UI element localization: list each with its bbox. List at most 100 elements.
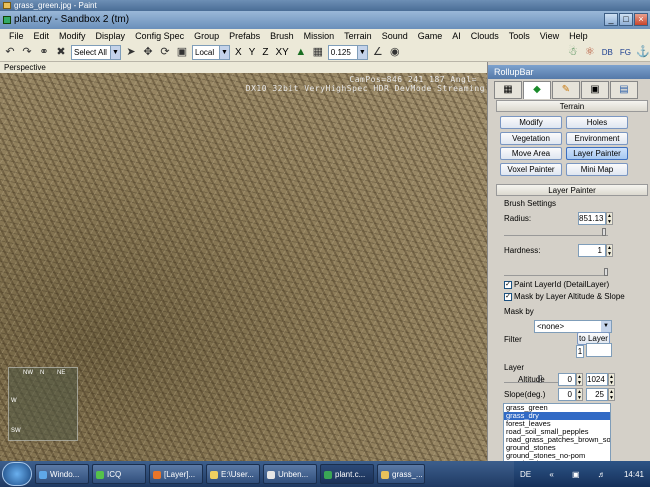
axis-xy-button[interactable]: XY [273,47,290,58]
volume-icon[interactable]: ♬ [598,470,606,479]
minimize-button[interactable]: _ [604,13,618,26]
axis-z-button[interactable]: Z [260,47,270,58]
main-toolbar: ↶ ↷ ⚭ ✖ Select All ▼ ➤ ✥ ⟳ ▣ Local ▼ X Y… [0,43,650,62]
menu-clouds[interactable]: Clouds [466,31,504,41]
person-icon[interactable]: ☃ [566,45,580,59]
radius-spinner[interactable]: ▲ ▼ [606,212,613,225]
layer-painter-button[interactable]: Layer Painter [566,147,628,160]
altitude-min-spinner[interactable]: ▲ ▼ [576,373,583,386]
hardness-slider-knob[interactable] [604,268,608,276]
menu-mission[interactable]: Mission [299,31,340,41]
filter-color-swatch[interactable] [586,343,612,357]
tab-modeling-icon[interactable]: ✎ [552,81,580,99]
menu-display[interactable]: Display [91,31,131,41]
move-icon[interactable]: ✥ [141,45,155,59]
start-button[interactable] [2,462,32,486]
radius-slider[interactable] [504,228,608,236]
tab-terrain-icon[interactable]: ◆ [523,81,551,99]
taskbar-item-explorer[interactable]: E:\User... [206,464,260,484]
camera-icon[interactable]: ◉ [388,45,402,59]
taskbar-item-plant[interactable]: plant.c... [320,464,374,484]
menu-file[interactable]: File [4,31,29,41]
undo-icon[interactable]: ↶ [3,45,17,59]
terrain-section-header[interactable]: Terrain [496,100,648,112]
minimap-label-nw: NW [23,370,33,376]
slope-max-spinner[interactable]: ▲ ▼ [608,388,615,401]
menu-modify[interactable]: Modify [54,31,91,41]
radius-slider-knob[interactable] [602,228,606,236]
menu-help[interactable]: Help [564,31,593,41]
modify-button[interactable]: Modify [500,116,562,129]
altitude-min-input[interactable]: 0 [558,373,576,386]
menu-config-spec[interactable]: Config Spec [130,31,189,41]
filter-value[interactable]: 1 [576,345,584,358]
menu-sound[interactable]: Sound [377,31,413,41]
altitude-max-input[interactable]: 1024 [586,373,608,386]
taskbar-item-layer[interactable]: [Layer]... [149,464,203,484]
terrain-follow-icon[interactable]: ▲ [294,45,308,59]
mask-altitude-slope-checkbox[interactable]: ✓ Mask by Layer Altitude & Slope [504,292,625,301]
minimap-overlay: NW N NE W SW [8,367,78,441]
snap-grid-icon[interactable]: ▦ [311,45,325,59]
hardness-slider[interactable] [504,268,608,276]
taskbar-item-unbenannt[interactable]: Unben... [263,464,317,484]
taskbar-item-icq[interactable]: ICQ [92,464,146,484]
hardness-spinner[interactable]: ▲ ▼ [606,244,613,257]
axis-y-button[interactable]: Y [247,47,258,58]
menu-prefabs[interactable]: Prefabs [224,31,265,41]
menu-group[interactable]: Group [189,31,224,41]
redo-icon[interactable]: ↷ [20,45,34,59]
voxel-painter-button[interactable]: Voxel Painter [500,163,562,176]
menu-brush[interactable]: Brush [265,31,299,41]
tray-arrow-icon[interactable]: « [549,470,553,479]
axis-x-button[interactable]: X [233,47,244,58]
outer-window-title: grass_green.jpg - Paint [14,1,97,10]
tab-layers-icon[interactable]: ▤ [610,81,638,99]
unlink-icon[interactable]: ✖ [54,45,68,59]
viewport-titlebar[interactable]: Perspective [0,62,487,73]
clock[interactable]: 14:41 [624,470,644,479]
maximize-button[interactable]: □ [619,13,633,26]
language-indicator[interactable]: DE [520,470,531,479]
taskbar-item-grass[interactable]: grass_... [377,464,425,484]
menu-edit[interactable]: Edit [29,31,55,41]
fg-button[interactable]: FG [618,48,633,57]
radius-input[interactable]: 851.13 [578,212,606,225]
slope-max-input[interactable]: 25 [586,388,608,401]
close-button[interactable]: × [634,13,648,26]
flowgraph-icon[interactable]: ⚓ [636,45,650,59]
hardness-input[interactable]: 1 [578,244,606,257]
perspective-viewport[interactable]: CamPos=846 241 187 Angl= DX10 32bit Very… [0,73,487,461]
tab-objects-icon[interactable]: ▦ [494,81,522,99]
db-button[interactable]: DB [600,48,615,57]
slope-min-input[interactable]: 0 [558,388,576,401]
holes-button[interactable]: Holes [566,116,628,129]
paint-layer-id-checkbox[interactable]: ✓ Paint LayerId (DetailLayer) [504,280,609,289]
window-titlebar[interactable]: plant.cry - Sandbox 2 (tm) _ □ × [0,11,650,29]
tab-display-icon[interactable]: ▣ [581,81,609,99]
angle-snap-icon[interactable]: ∠ [371,45,385,59]
menu-ai[interactable]: AI [447,31,466,41]
snap-value-select[interactable]: 0.125 ▼ [327,44,368,60]
select-arrow-icon[interactable]: ➤ [124,45,138,59]
layer-list[interactable]: grass_green grass_dry forest_leaves road… [503,403,611,469]
taskbar-item-windows[interactable]: Windo... [35,464,89,484]
link-icon[interactable]: ⚭ [37,45,51,59]
menu-game[interactable]: Game [413,31,448,41]
rotate-icon[interactable]: ⟳ [158,45,172,59]
mini-map-button[interactable]: Mini Map [566,163,628,176]
scale-icon[interactable]: ▣ [175,45,189,59]
menu-tools[interactable]: Tools [504,31,535,41]
menu-terrain[interactable]: Terrain [339,31,377,41]
layer-painter-section-header[interactable]: Layer Painter [496,184,648,196]
selection-filter-select[interactable]: Select All ▼ [71,44,121,60]
network-icon[interactable]: ▣ [572,470,580,479]
slope-min-spinner[interactable]: ▲ ▼ [576,388,583,401]
menu-view[interactable]: View [535,31,564,41]
environment-button[interactable]: Environment [566,132,628,145]
coord-system-select[interactable]: Local ▼ [192,44,230,60]
move-area-button[interactable]: Move Area [500,147,562,160]
vegetation-button[interactable]: Vegetation [500,132,562,145]
altitude-max-spinner[interactable]: ▲ ▼ [608,373,615,386]
physics-icon[interactable]: ⚛ [583,45,597,59]
